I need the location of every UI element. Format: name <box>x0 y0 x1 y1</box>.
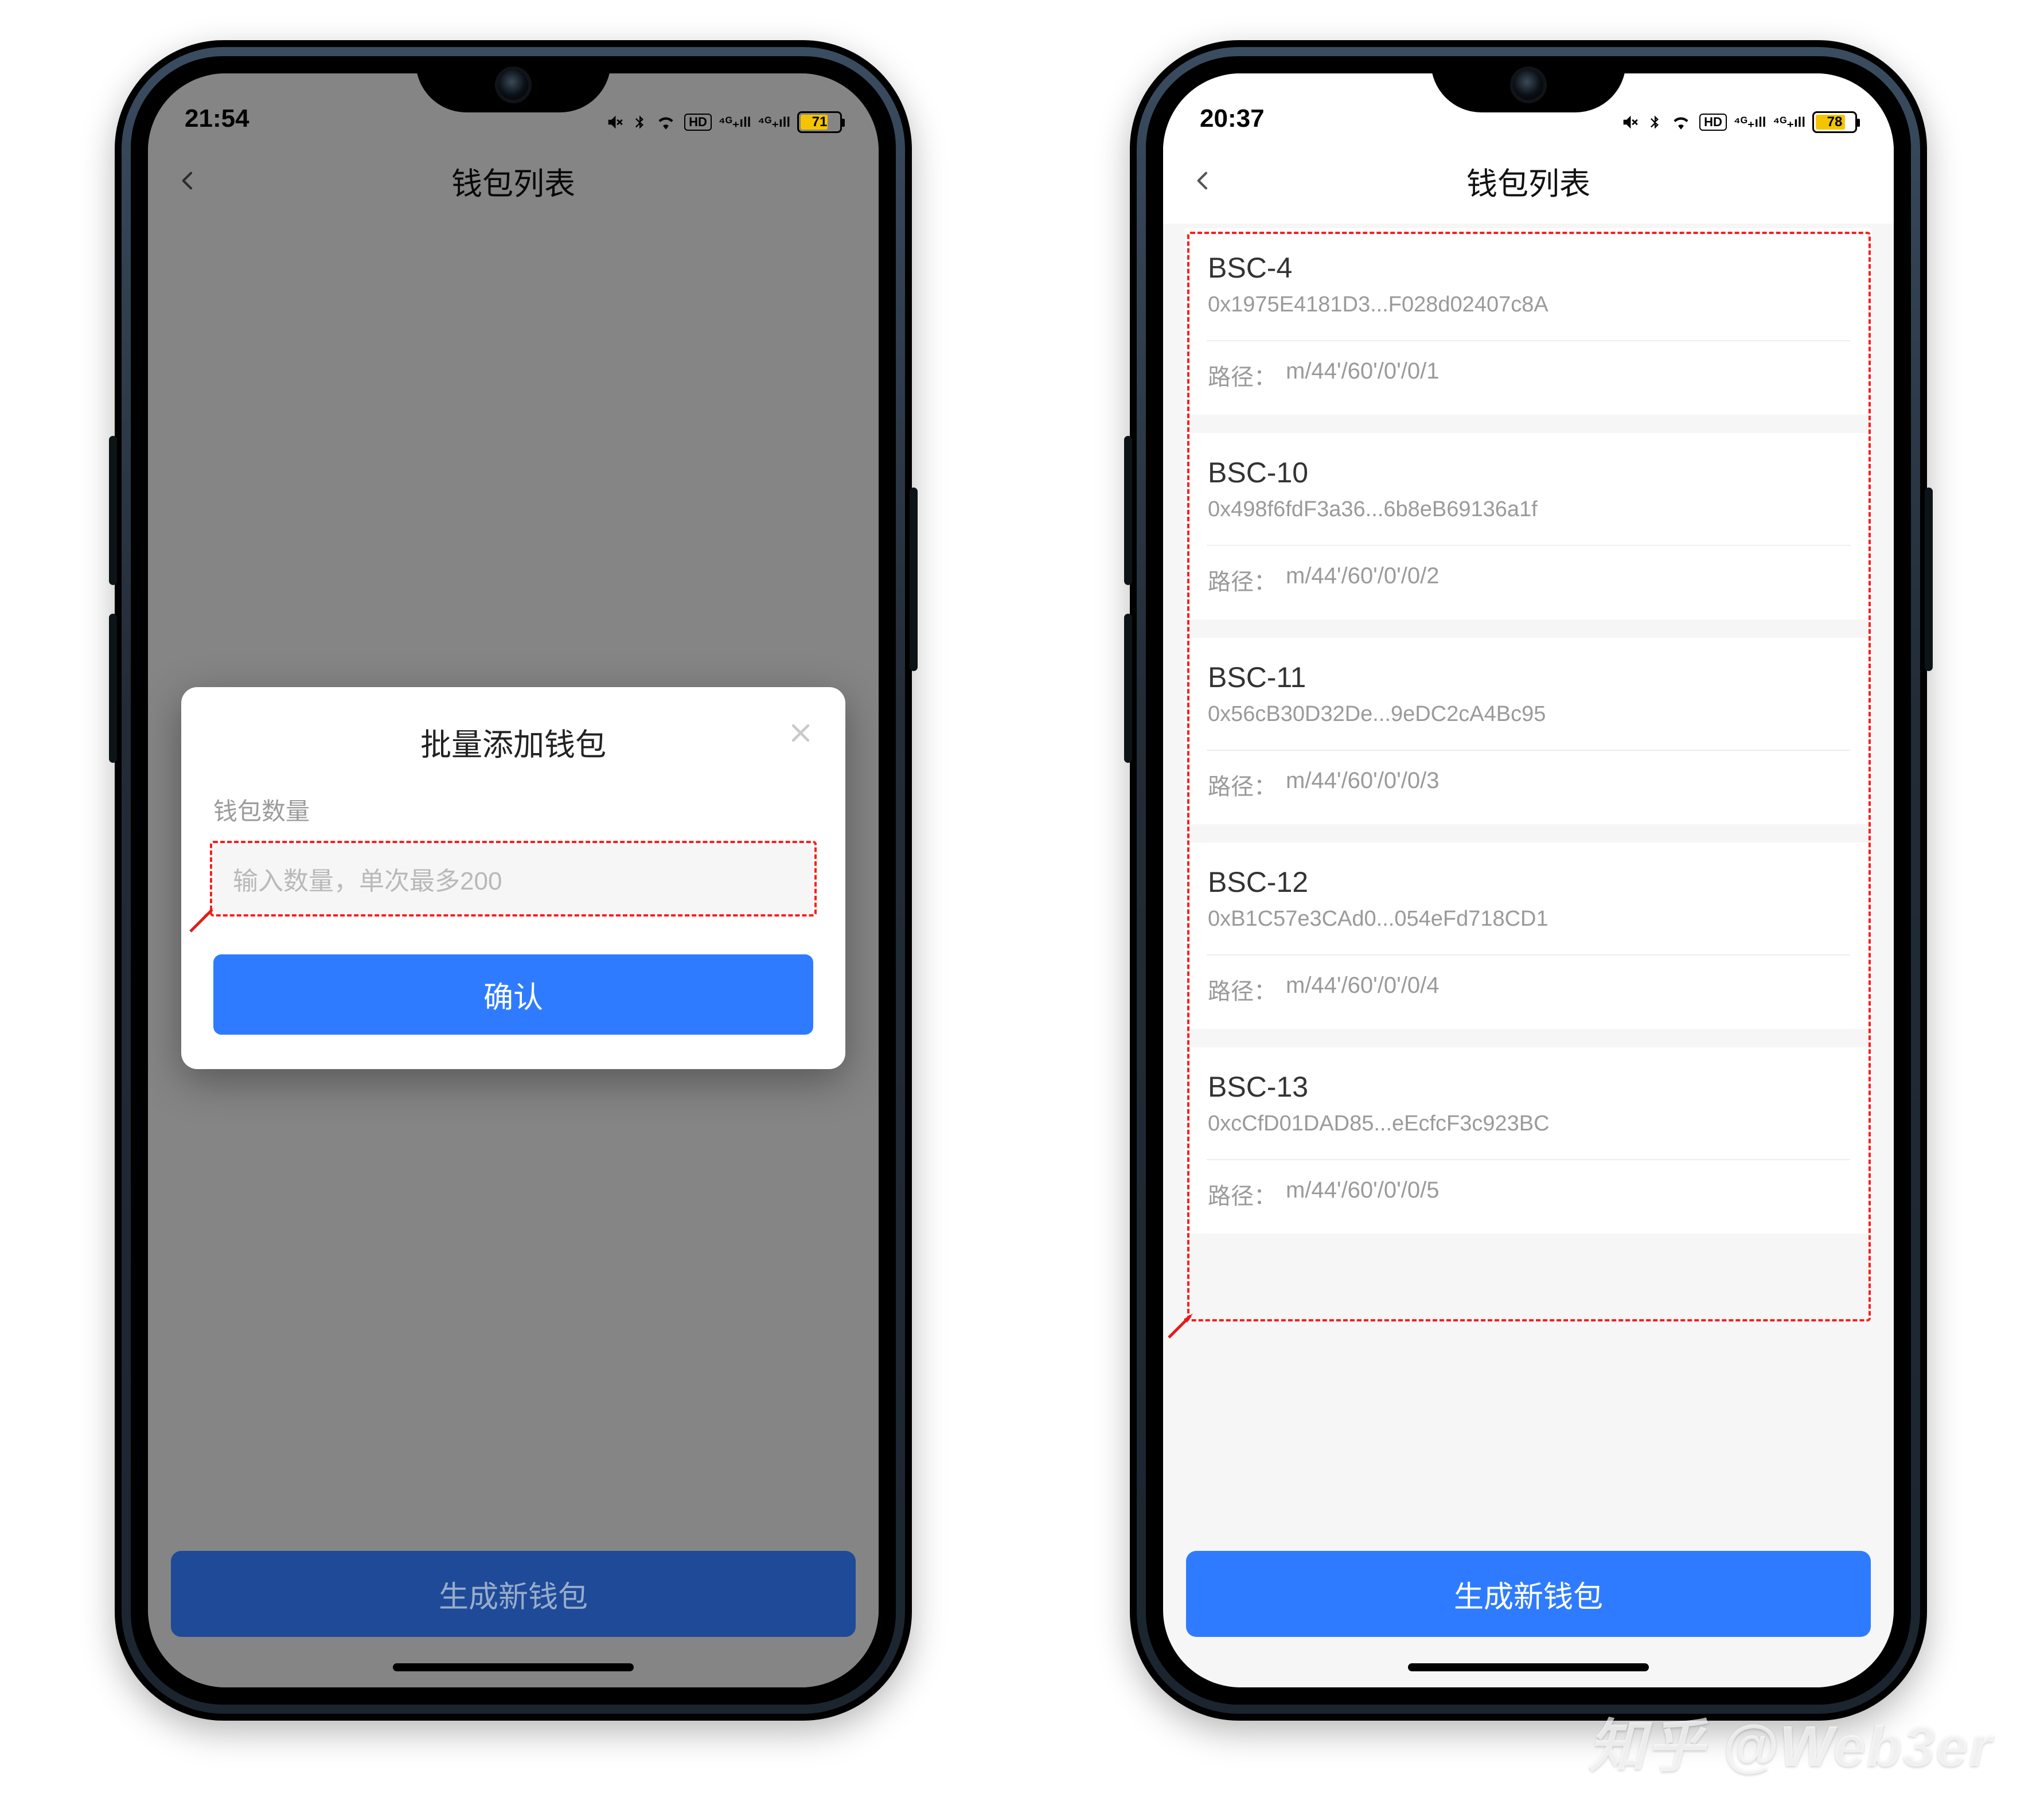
wallet-address: 0xcCfD01DAD85...eEcfcF3c923BC <box>1208 1112 1849 1136</box>
navbar: 钱包列表 <box>1163 138 1894 224</box>
wallet-address: 0xB1C57e3CAd0...054eFd718CD1 <box>1208 907 1849 931</box>
home-indicator[interactable] <box>393 1663 634 1671</box>
hd-icon: HD <box>1699 114 1727 131</box>
wallet-address: 0x56cB30D32De...9eDC2cA4Bc95 <box>1208 702 1849 727</box>
wallet-item[interactable]: BSC-12 0xB1C57e3CAd0...054eFd718CD1 路径：m/4… <box>1185 843 1872 1029</box>
wifi-icon <box>654 112 677 132</box>
wallet-item[interactable]: BSC-13 0xcCfD01DAD85...eEcfcF3c923BC 路径：m/… <box>1185 1047 1872 1234</box>
battery-icon: 78 <box>1812 111 1857 133</box>
wifi-icon <box>1669 112 1692 132</box>
generate-wallet-button[interactable]: 生成新钱包 <box>171 1551 856 1637</box>
wallet-list[interactable]: BSC-4 0x1975E4181D3...F028d02407c8A 路径：m/4… <box>1185 228 1872 1521</box>
wallet-name: BSC-4 <box>1208 251 1849 284</box>
wallet-item[interactable]: BSC-11 0x56cB30D32De...9eDC2cA4Bc95 路径：m/4… <box>1185 638 1872 824</box>
wallet-item[interactable]: BSC-4 0x1975E4181D3...F028d02407c8A 路径：m/4… <box>1185 228 1872 415</box>
wallet-count-label: 钱包数量 <box>213 792 813 827</box>
wallet-name: BSC-13 <box>1208 1070 1849 1104</box>
phone-right: 20:37 HD ⁴ᴳ₊ıll ⁴ᴳ₊ıll 78 <box>1130 40 1927 1721</box>
home-indicator[interactable] <box>1408 1663 1649 1671</box>
signal-2-icon: ⁴ᴳ₊ıll <box>758 114 790 131</box>
wallet-count-input[interactable]: 输入数量，单次最多200 <box>213 844 813 913</box>
status-time: 21:54 <box>185 104 249 133</box>
battery-icon: 71 <box>797 111 842 133</box>
batch-add-modal: 批量添加钱包 钱包数量 输入数量，单次最多200 确认 <box>181 687 845 1069</box>
wallet-path: 路径：m/44'/60'/0'/0/2 <box>1208 563 1849 596</box>
close-icon[interactable] <box>783 716 818 750</box>
modal-title: 批量添加钱包 <box>213 719 813 765</box>
wallet-path: 路径：m/44'/60'/0'/0/3 <box>1208 768 1849 801</box>
wallet-address: 0x1975E4181D3...F028d02407c8A <box>1208 293 1849 317</box>
phone-left: 21:54 HD ⁴ᴳ₊ıll ⁴ᴳ₊ıll 71 <box>115 40 912 1721</box>
hd-icon: HD <box>684 114 712 131</box>
bluetooth-icon <box>631 112 647 132</box>
signal-2-icon: ⁴ᴳ₊ıll <box>1773 114 1805 131</box>
generate-wallet-label: 生成新钱包 <box>1454 1573 1603 1616</box>
mute-icon <box>1620 112 1640 132</box>
confirm-label: 确认 <box>483 973 543 1016</box>
wallet-path: 路径：m/44'/60'/0'/0/5 <box>1208 1177 1849 1211</box>
wallet-item[interactable]: BSC-10 0x498f6fdF3a36...6b8eB69136a1f 路径：m… <box>1185 433 1872 619</box>
bluetooth-icon <box>1647 112 1663 132</box>
wallet-name: BSC-12 <box>1208 865 1849 899</box>
signal-1-icon: ⁴ᴳ₊ıll <box>1734 114 1766 131</box>
generate-wallet-label: 生成新钱包 <box>439 1573 588 1616</box>
wallet-name: BSC-11 <box>1208 661 1849 694</box>
page-title: 钱包列表 <box>1466 158 1590 204</box>
wallet-name: BSC-10 <box>1208 456 1849 489</box>
wallet-count-placeholder: 输入数量，单次最多200 <box>233 860 502 897</box>
wallet-path: 路径：m/44'/60'/0'/0/4 <box>1208 973 1849 1006</box>
confirm-button[interactable]: 确认 <box>213 954 813 1035</box>
wallet-path: 路径：m/44'/60'/0'/0/1 <box>1208 358 1849 392</box>
back-button[interactable] <box>1186 163 1220 198</box>
status-time: 20:37 <box>1200 104 1265 133</box>
signal-1-icon: ⁴ᴳ₊ıll <box>719 114 751 131</box>
wallet-address: 0x498f6fdF3a36...6b8eB69136a1f <box>1208 497 1849 522</box>
generate-wallet-button[interactable]: 生成新钱包 <box>1186 1551 1871 1637</box>
watermark: 知乎 @Web3er <box>1588 1699 1992 1783</box>
mute-icon <box>605 112 625 132</box>
